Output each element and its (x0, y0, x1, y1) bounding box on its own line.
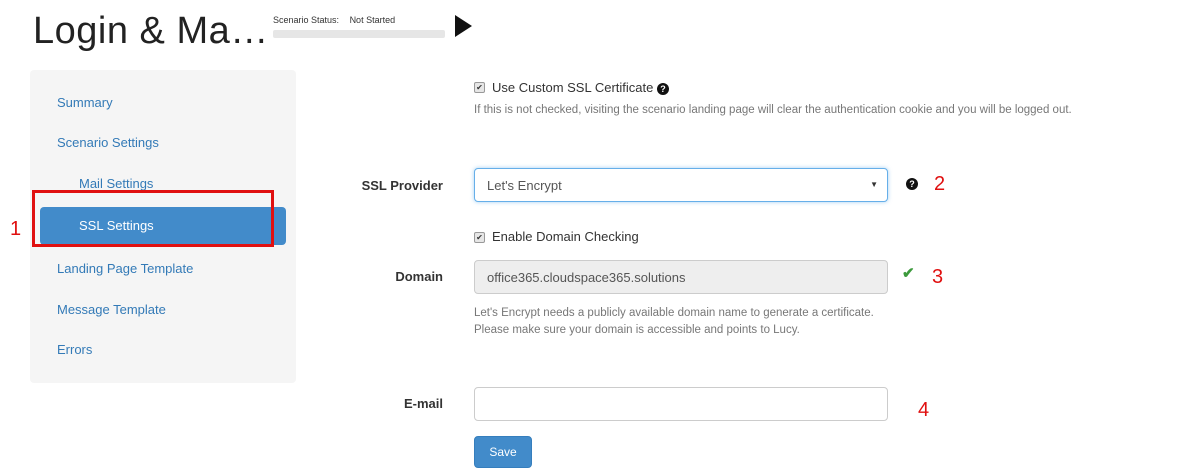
ssl-provider-help-icon[interactable]: ? (906, 178, 918, 190)
scenario-status: Scenario Status: Not Started (273, 15, 445, 39)
sidebar-item-summary[interactable]: Summary (57, 95, 113, 110)
sidebar-item-landing-page-template[interactable]: Landing Page Template (57, 261, 193, 276)
status-label: Scenario Status: (273, 15, 340, 25)
domain-checking-label: Enable Domain Checking (492, 229, 639, 244)
annotation-3: 3 (932, 266, 944, 288)
status-value: Not Started (349, 15, 396, 25)
ssl-provider-select[interactable]: Let's Encrypt ▼ (474, 168, 888, 202)
email-field[interactable] (474, 387, 888, 421)
save-button[interactable]: Save (474, 436, 532, 468)
sidebar-item-mail-settings[interactable]: Mail Settings (79, 176, 153, 191)
domain-checking-checkbox[interactable]: ✔ (474, 232, 485, 243)
sidebar-item-message-template[interactable]: Message Template (57, 302, 166, 317)
help-icon[interactable]: ? (656, 82, 669, 95)
custom-ssl-label-text: Use Custom SSL Certificate (492, 80, 654, 95)
domain-help: Let's Encrypt needs a publicly available… (474, 307, 874, 336)
annotation-1: 1 (10, 218, 22, 240)
page-title: Login & Ma… (33, 10, 269, 52)
annotation-2: 2 (934, 173, 946, 195)
custom-ssl-label: Use Custom SSL Certificate ? (492, 80, 669, 95)
annotation-4: 4 (918, 399, 930, 421)
ssl-provider-value: Let's Encrypt (487, 178, 562, 193)
status-progress-bar (273, 30, 445, 38)
custom-ssl-checkbox[interactable]: ✔ (474, 82, 485, 93)
sidebar-item-ssl-settings[interactable]: SSL Settings (40, 207, 286, 245)
domain-label: Domain (395, 269, 443, 284)
sidebar-item-errors[interactable]: Errors (57, 342, 92, 357)
sidebar-item-scenario-settings[interactable]: Scenario Settings (57, 135, 159, 150)
email-label: E-mail (403, 396, 443, 411)
custom-ssl-help: If this is not checked, visiting the sce… (474, 104, 1072, 116)
domain-input[interactable]: office365.cloudspace365.solutions (474, 260, 888, 294)
play-icon[interactable] (455, 15, 472, 37)
ssl-provider-label: SSL Provider (361, 178, 443, 193)
check-icon: ✔ (902, 265, 915, 282)
chevron-down-icon: ▼ (870, 180, 878, 189)
